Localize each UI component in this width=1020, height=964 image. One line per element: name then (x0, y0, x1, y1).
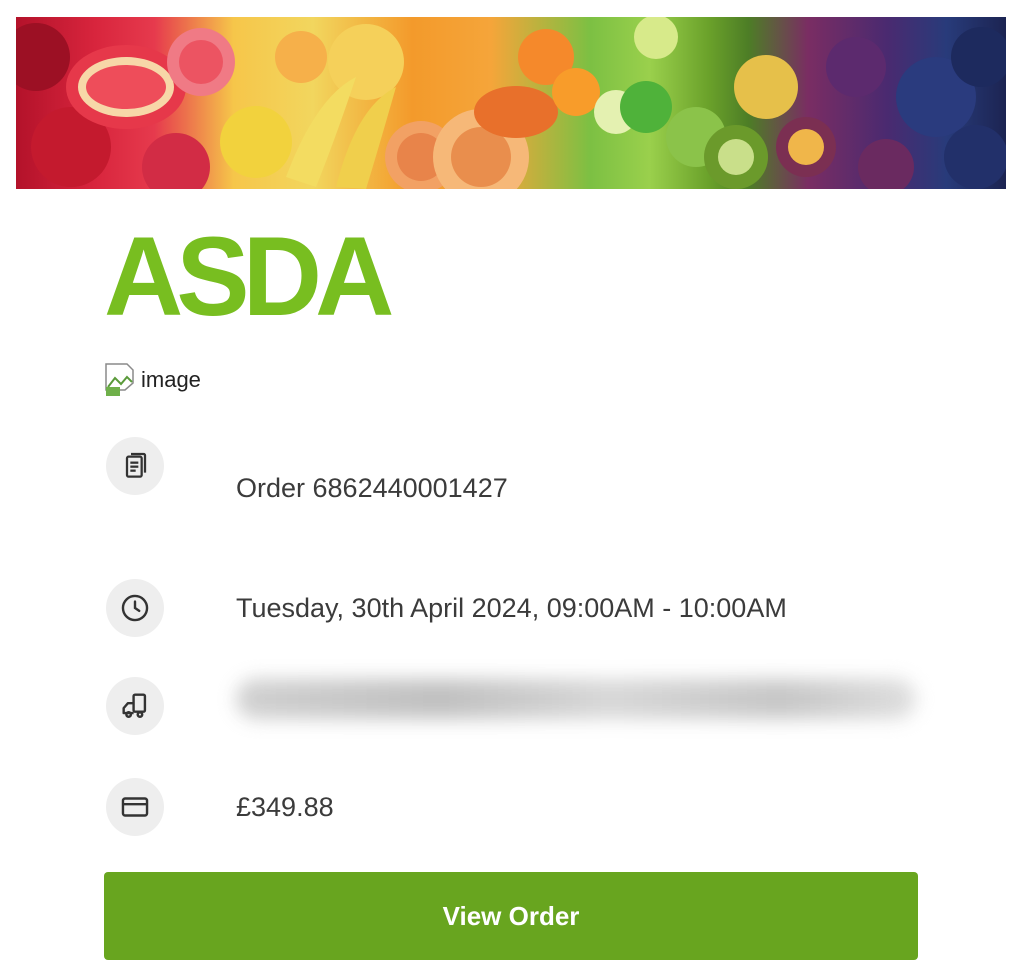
fruit-banner-image (16, 17, 1006, 189)
delivery-van-icon (106, 677, 164, 735)
view-order-button[interactable]: View Order (104, 872, 918, 960)
delivery-slot-time: Tuesday, 30th April 2024, 09:00AM - 10:0… (236, 593, 787, 623)
delivery-slot-row: Tuesday, 30th April 2024, 09:00AM - 10:0… (106, 579, 966, 639)
order-number-row: Order 6862440001427 (106, 437, 966, 503)
blurred-delivery-address (236, 679, 916, 719)
broken-image-placeholder: image (105, 363, 201, 397)
order-total: £349.88 (236, 792, 334, 822)
clock-icon (106, 579, 164, 637)
order-number: Order 6862440001427 (236, 473, 508, 503)
order-total-row: £349.88 (106, 778, 966, 838)
asda-logo: ASDA (104, 214, 394, 339)
fruit-pattern (16, 17, 1006, 189)
document-icon (106, 437, 164, 495)
broken-image-alt-text: image (141, 367, 201, 392)
delivery-address-row (106, 677, 966, 737)
broken-image-icon (105, 363, 139, 397)
credit-card-icon (106, 778, 164, 836)
